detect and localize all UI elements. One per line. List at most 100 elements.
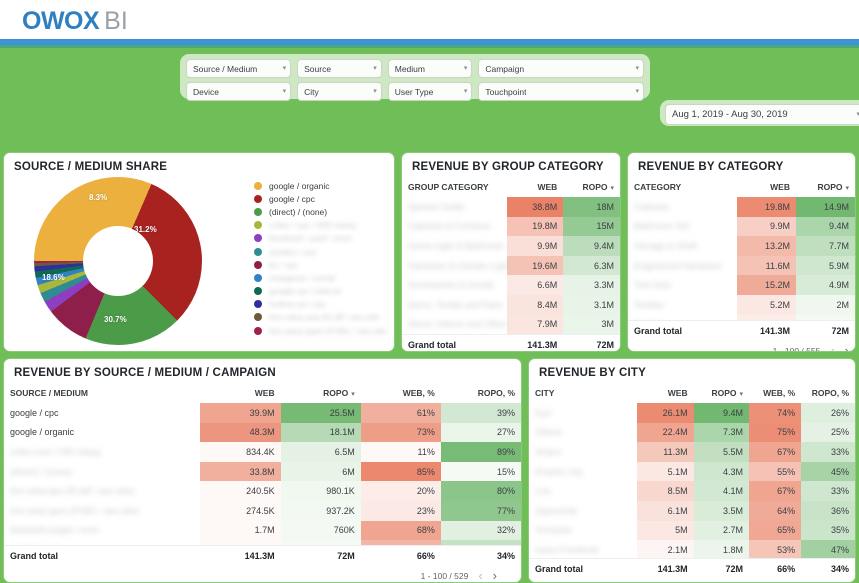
table-row[interactable]: Textiles 5.2M 2M (628, 294, 855, 315)
col-ropo[interactable]: ROPO ▾ (796, 179, 855, 197)
row-label[interactable]: Vinnytsia (529, 521, 637, 541)
table-row[interactable]: Cabinets & Furniture 19.8M 15M (402, 216, 620, 237)
legend-item[interactable]: hotline.ua / cpc (254, 298, 392, 311)
row-label[interactable]: Odesa (529, 423, 637, 443)
row-label[interactable]: Zaporizhia (529, 501, 637, 521)
table-row[interactable]: criteo.com / 000 retarg 834.4K 6.5M 11% 89% (4, 442, 521, 462)
filter-device[interactable]: Device ▾ (186, 82, 292, 101)
smc-table-scroll[interactable]: SOURCE / MEDIUM WEB ROPO ▾ WEB, % ROPO, %… (4, 385, 521, 545)
row-label[interactable]: Engineered Hardware (628, 256, 737, 276)
row-label[interactable]: Dnipro (529, 442, 637, 462)
pagination-next-button[interactable]: › (493, 569, 497, 582)
row-label[interactable]: Cabinets (628, 197, 737, 217)
table-row[interactable]: lmn.sdsa.qpnn.87d91 / seo.sites 274.5K 937… (4, 500, 521, 521)
legend-item[interactable]: lmn.sdsa.aaa.93.dff / seo.site (254, 311, 392, 324)
row-label[interactable]: criteo.com / 000 retarg (4, 442, 200, 462)
filter-touchpoint[interactable]: Touchpoint ▾ (478, 82, 644, 101)
row-label[interactable]: Hardware & Garden Light (402, 256, 510, 276)
row-label[interactable]: Decor, Textile and Paint (402, 295, 507, 315)
pagination-next-button[interactable]: › (845, 344, 849, 351)
legend-item[interactable]: google / cpc (254, 192, 392, 205)
legend-item[interactable]: criteo / cpc / 000 retarg (254, 219, 392, 232)
col-web[interactable]: WEB (637, 385, 694, 403)
col-city[interactable]: CITY (529, 385, 637, 403)
row-label[interactable]: yandex / cpc (4, 540, 200, 546)
table-row[interactable]: Special Outlet 38.8M 18M (402, 197, 620, 217)
col-web-pct[interactable]: WEB, % (749, 385, 801, 403)
table-row[interactable]: Tool Sets 15.2M 4.9M (628, 275, 855, 295)
filter-medium[interactable]: Medium ▾ (387, 59, 473, 78)
row-label[interactable]: Decor, Interior and Other (402, 315, 507, 335)
pagination-prev-button[interactable]: ‹ (478, 569, 482, 582)
table-row[interactable]: Odesa 22.4M 7.3M 75% 25% (529, 422, 855, 443)
row-label[interactable]: Garden (628, 315, 737, 320)
row-label[interactable]: Lviv (529, 481, 637, 501)
table-row[interactable]: Ivano-Frankivsk 2.1M 1.8M 53% 47% (529, 540, 855, 558)
row-label[interactable]: lmn.sdsa.qpnn.87d91 / seo.sites (4, 501, 200, 521)
table-row[interactable]: Decor, Textile and Paint 8.4M 3.1M (402, 294, 620, 315)
filter-user-type[interactable]: User Type ▾ (387, 82, 473, 101)
table-row[interactable]: Decor, Interior and Other 7.9M 3M (402, 314, 620, 335)
col-category[interactable]: CATEGORY (628, 179, 737, 197)
row-label[interactable]: Textiles (628, 295, 737, 315)
filter-city[interactable]: City ▾ (297, 82, 382, 101)
row-label[interactable]: google / cpc (4, 403, 200, 423)
legend-item[interactable]: yandex / cpc (254, 245, 392, 258)
pagination-prev-button[interactable]: ‹ (830, 344, 834, 351)
table-row[interactable]: Vinnytsia 5M 2.7M 65% 35% (529, 520, 855, 541)
col-web[interactable]: WEB (737, 179, 796, 197)
row-label[interactable]: Kyiv (529, 403, 637, 423)
legend-item[interactable]: google.ua / referral (254, 285, 392, 298)
col-source-medium[interactable]: SOURCE / MEDIUM (4, 385, 200, 403)
legend-item[interactable]: facebook / paid / smm (254, 232, 392, 245)
legend-item[interactable]: instagram / social (254, 271, 392, 284)
row-label[interactable]: (direct) / (none) (4, 462, 200, 482)
row-label[interactable]: Tool Sets (628, 275, 737, 295)
city-table-scroll[interactable]: CITY WEB ROPO ▾ WEB, % ROPO, % Kyiv 26.1M 9… (529, 385, 855, 558)
col-ropo[interactable]: ROPO ▾ (563, 179, 620, 197)
category-table-scroll[interactable]: CATEGORY WEB ROPO ▾ Cabinets 19.8M 14.9M Bat… (628, 179, 855, 320)
row-label[interactable]: Accessories & Goods (402, 275, 507, 295)
filter-source-medium[interactable]: Source / Medium ▾ (186, 59, 292, 78)
table-row[interactable]: Home Light & Bathroom 9.9M 9.4M (402, 236, 620, 256)
row-label[interactable]: Cabinets & Furniture (402, 217, 507, 237)
col-ropo[interactable]: ROPO ▾ (281, 385, 361, 403)
filter-campaign[interactable]: Campaign ▾ (478, 59, 644, 78)
date-range-picker[interactable]: Aug 1, 2019 - Aug 30, 2019 ▾ (665, 104, 859, 125)
row-label[interactable]: Ivano-Frankivsk (529, 540, 637, 558)
row-label[interactable]: google / organic (4, 423, 200, 443)
table-row[interactable]: Dnipro 11.3M 5.5M 67% 33% (529, 442, 855, 462)
table-row[interactable]: Hardware & Garden Light 19.6M 6.3M (402, 255, 620, 276)
row-label[interactable]: Special Outlet (402, 197, 507, 217)
legend-item[interactable]: bc / cpc (254, 258, 392, 271)
table-row[interactable]: Kyiv 26.1M 9.4M 74% 26% (529, 403, 855, 423)
row-label[interactable]: lmn.sdsa.qen.95.ddf / seo.sites (4, 481, 200, 501)
col-ropo-pct[interactable]: ROPO, % (441, 385, 521, 403)
row-label[interactable]: Bathroom Set (628, 217, 737, 237)
table-row[interactable]: Lviv 8.5M 4.1M 67% 33% (529, 481, 855, 501)
table-row[interactable]: Bathroom Set 9.9M 9.4M (628, 216, 855, 237)
legend-item[interactable]: (direct) / (none) (254, 205, 392, 218)
table-row[interactable]: google / organic 48.3M 18.1M 73% 27% (4, 422, 521, 443)
row-label[interactable]: Home Light & Bathroom (402, 236, 507, 256)
row-label[interactable]: Kharkiv City (529, 462, 637, 482)
col-web[interactable]: WEB (200, 385, 280, 403)
table-row[interactable]: Engineered Hardware 11.6M 5.9M (628, 255, 855, 276)
col-ropo[interactable]: ROPO ▾ (694, 385, 749, 403)
col-web-pct[interactable]: WEB, % (361, 385, 441, 403)
table-row[interactable]: facebook.target / smm 1.7M 760K 68% 32% (4, 520, 521, 541)
table-row[interactable]: Storage & Shelf 13.2M 7.7M (628, 236, 855, 256)
table-row[interactable]: Zaporizhia 6.1M 3.5M 64% 36% (529, 500, 855, 521)
table-row[interactable]: Accessories & Goods 6.6M 3.3M (402, 275, 620, 295)
legend-item[interactable]: google / organic (254, 179, 392, 192)
table-row[interactable]: Cabinets 19.8M 14.9M (628, 197, 855, 217)
legend-item[interactable]: lmn.sdsa.qqnn.87d91 / seo.site (254, 324, 392, 337)
table-row[interactable]: lmn.sdsa.qen.95.ddf / seo.sites 240.5K 980… (4, 481, 521, 501)
table-row[interactable]: google / cpc 39.9M 25.5M 61% 39% (4, 403, 521, 423)
col-ropo-pct[interactable]: ROPO, % (801, 385, 855, 403)
row-label[interactable]: Storage & Shelf (628, 236, 737, 256)
col-web[interactable]: WEB (507, 179, 564, 197)
row-label[interactable]: facebook.target / smm (4, 521, 200, 541)
table-row[interactable]: Kharkiv City 5.1M 4.3M 55% 45% (529, 461, 855, 482)
filter-source[interactable]: Source ▾ (297, 59, 382, 78)
